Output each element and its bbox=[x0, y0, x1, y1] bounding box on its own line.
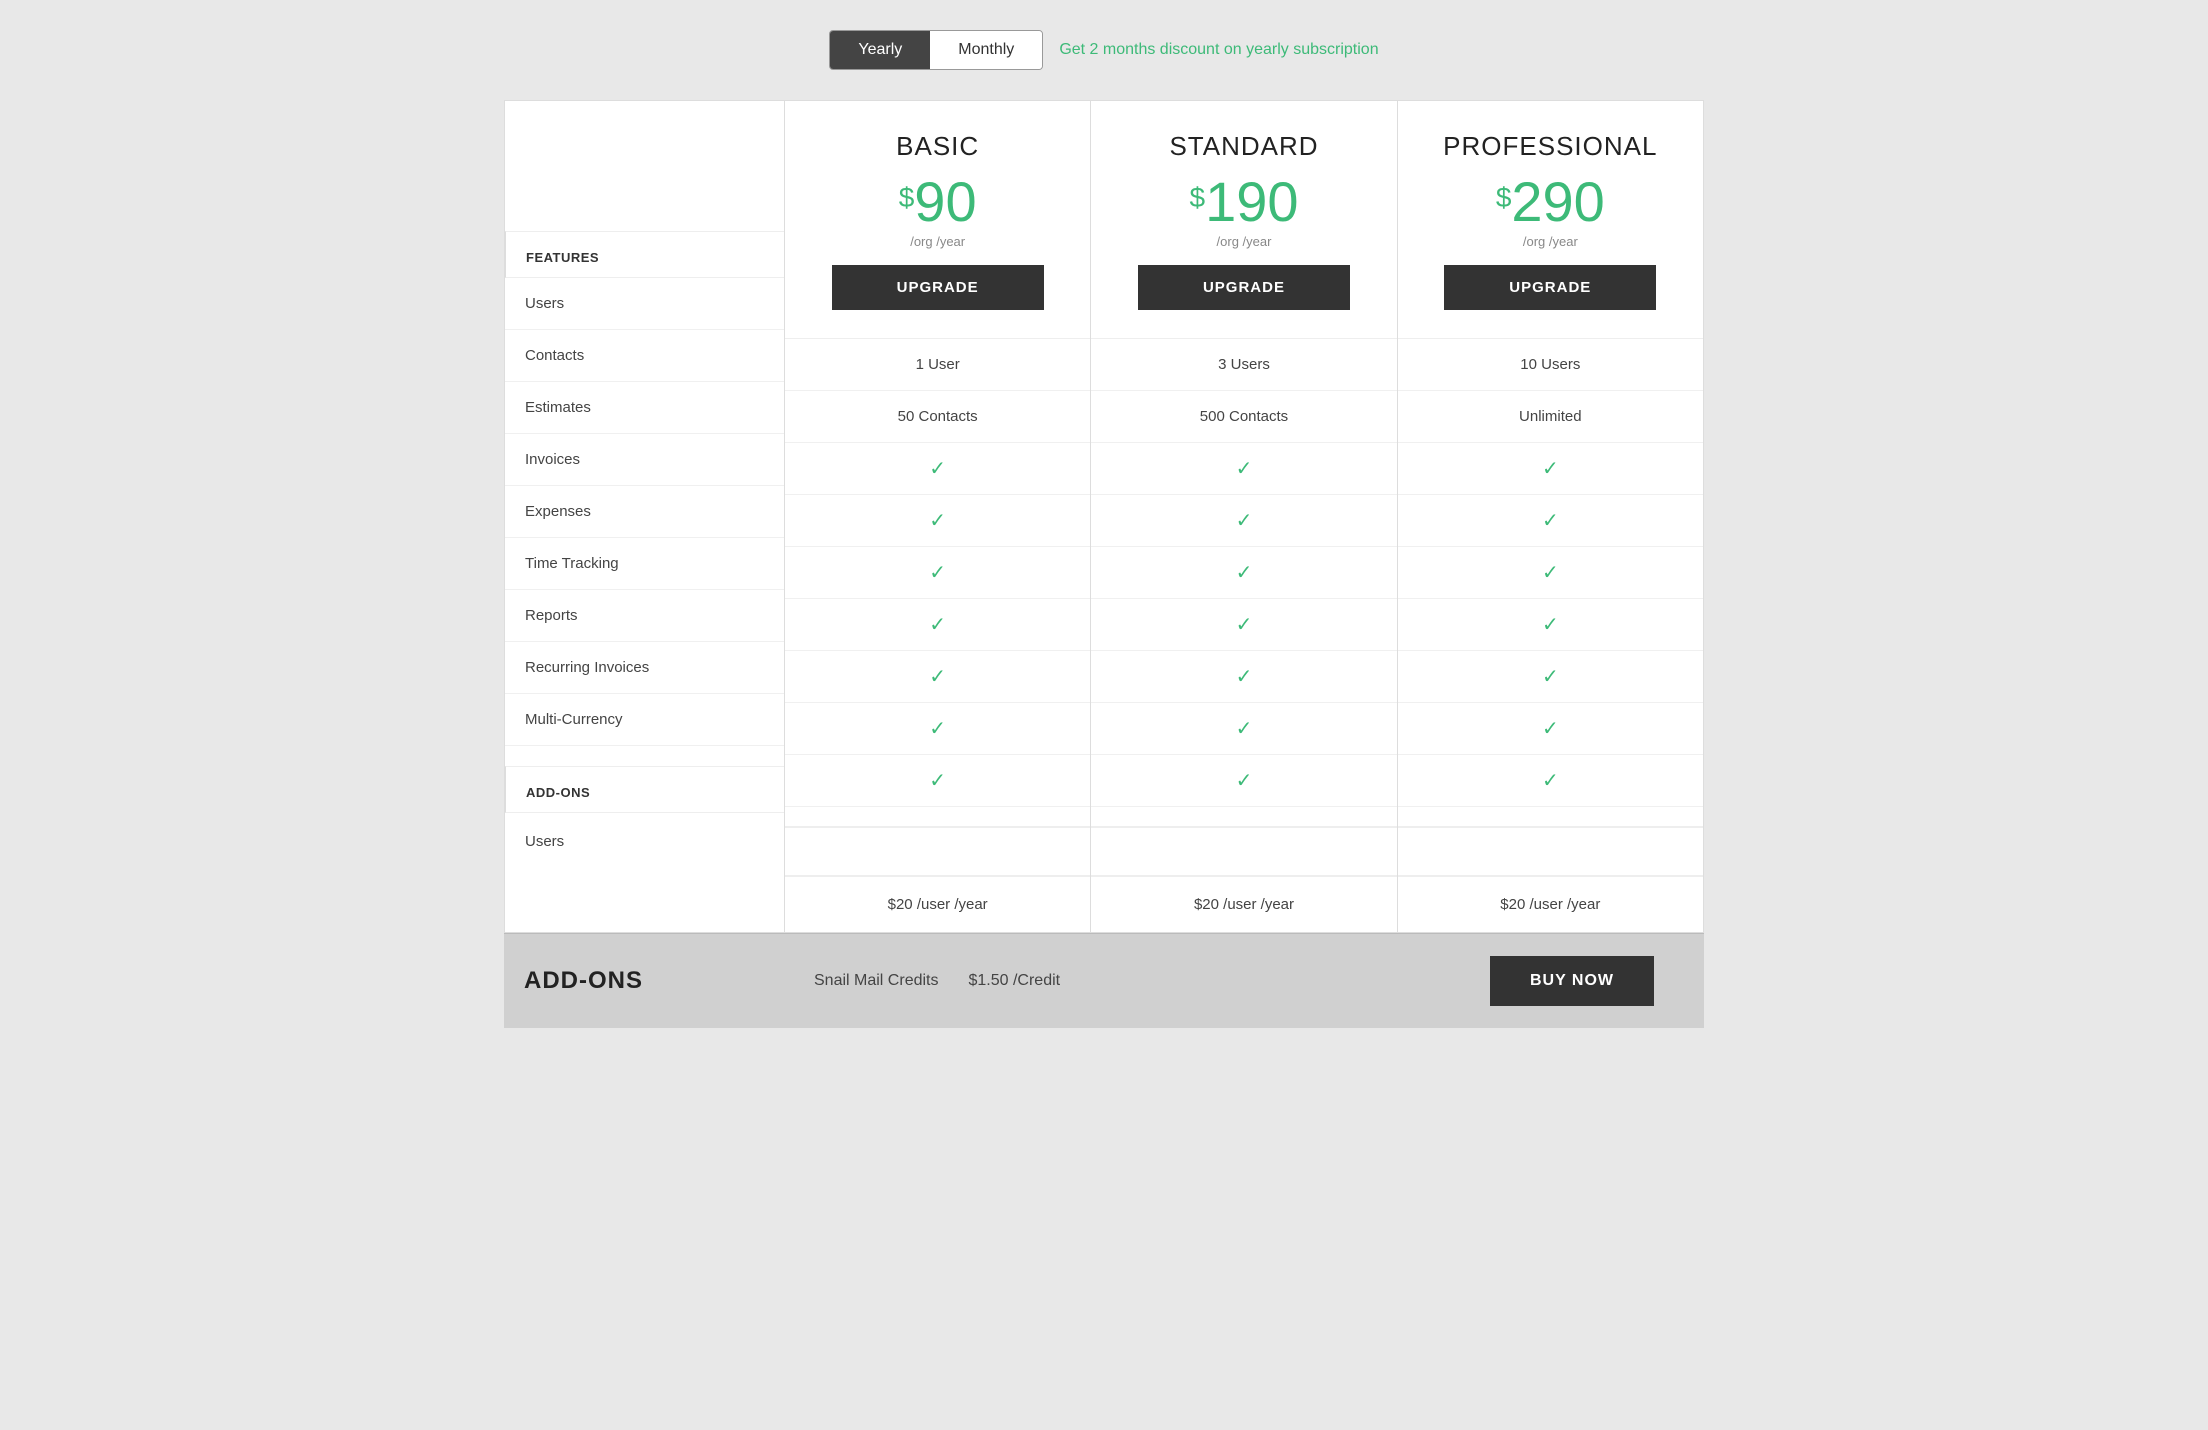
plan-standard-body: 3 Users 500 Contacts ✓ ✓ ✓ ✓ ✓ ✓ ✓ $20 /… bbox=[1091, 339, 1396, 932]
bottom-center: Snail Mail Credits $1.50 /Credit BUY NOW bbox=[784, 934, 1704, 1028]
snail-mail-label: Snail Mail Credits bbox=[814, 972, 938, 990]
features-column: FEATURES Users Contacts Estimates Invoic… bbox=[504, 100, 784, 933]
pricing-table: FEATURES Users Contacts Estimates Invoic… bbox=[504, 100, 1704, 933]
plan-professional: PROFESSIONAL $ 290 /org /year UPGRADE 10… bbox=[1397, 100, 1704, 933]
plan-basic-upgrade-button[interactable]: UPGRADE bbox=[832, 265, 1044, 310]
plan-professional-contacts: Unlimited bbox=[1398, 391, 1703, 443]
plan-basic-multi-currency: ✓ bbox=[785, 755, 1090, 807]
plan-standard-name: STANDARD bbox=[1111, 131, 1376, 162]
plan-professional-addon-users: $20 /user /year bbox=[1398, 876, 1703, 932]
plan-professional-multi-currency: ✓ bbox=[1398, 755, 1703, 807]
plan-professional-dollar: $ bbox=[1496, 182, 1512, 214]
plan-basic-dollar: $ bbox=[899, 182, 915, 214]
plan-basic-invoices: ✓ bbox=[785, 495, 1090, 547]
plan-standard-header: STANDARD $ 190 /org /year UPGRADE bbox=[1091, 101, 1396, 339]
feature-row-users: Users bbox=[505, 278, 784, 330]
plan-basic-amount: 90 bbox=[914, 174, 976, 230]
plan-standard-price: $ 190 bbox=[1111, 174, 1376, 230]
plan-standard-reports: ✓ bbox=[1091, 651, 1396, 703]
plan-basic-addon-users: $20 /user /year bbox=[785, 876, 1090, 932]
plan-standard-addons-spacer bbox=[1091, 827, 1396, 876]
plan-standard-addon-users: $20 /user /year bbox=[1091, 876, 1396, 932]
plan-standard-contacts: 500 Contacts bbox=[1091, 391, 1396, 443]
plan-basic-period: /org /year bbox=[805, 234, 1070, 249]
feature-row-contacts: Contacts bbox=[505, 330, 784, 382]
plan-standard-time-tracking: ✓ bbox=[1091, 599, 1396, 651]
plan-professional-recurring: ✓ bbox=[1398, 703, 1703, 755]
feature-row-multi-currency: Multi-Currency bbox=[505, 694, 784, 746]
plan-basic: BASIC $ 90 /org /year UPGRADE 1 User 50 … bbox=[784, 100, 1090, 933]
plan-standard-recurring: ✓ bbox=[1091, 703, 1396, 755]
plan-standard-upgrade-button[interactable]: UPGRADE bbox=[1138, 265, 1350, 310]
billing-period-toggle[interactable]: Yearly Monthly bbox=[829, 30, 1043, 70]
plan-basic-body: 1 User 50 Contacts ✓ ✓ ✓ ✓ ✓ ✓ ✓ $20 /us… bbox=[785, 339, 1090, 932]
plan-basic-header: BASIC $ 90 /org /year UPGRADE bbox=[785, 101, 1090, 339]
plan-standard-invoices: ✓ bbox=[1091, 495, 1396, 547]
addon-row-users: Users bbox=[505, 813, 784, 869]
plan-standard-dollar: $ bbox=[1189, 182, 1205, 214]
buy-now-button[interactable]: BUY NOW bbox=[1490, 956, 1654, 1006]
plan-professional-estimates: ✓ bbox=[1398, 443, 1703, 495]
plan-basic-addons-spacer bbox=[785, 827, 1090, 876]
plan-professional-header: PROFESSIONAL $ 290 /org /year UPGRADE bbox=[1398, 101, 1703, 339]
plan-professional-addons-spacer bbox=[1398, 827, 1703, 876]
plan-basic-estimates: ✓ bbox=[785, 443, 1090, 495]
plan-standard-amount: 190 bbox=[1205, 174, 1298, 230]
plan-standard-expenses: ✓ bbox=[1091, 547, 1396, 599]
bottom-addons-bar: ADD-ONS Snail Mail Credits $1.50 /Credit… bbox=[504, 933, 1704, 1028]
feature-row-expenses: Expenses bbox=[505, 486, 784, 538]
plan-professional-period: /org /year bbox=[1418, 234, 1683, 249]
snail-mail-price: $1.50 /Credit bbox=[968, 972, 1060, 990]
plan-professional-invoices: ✓ bbox=[1398, 495, 1703, 547]
plan-standard-multi-currency: ✓ bbox=[1091, 755, 1396, 807]
plan-professional-body: 10 Users Unlimited ✓ ✓ ✓ ✓ ✓ ✓ ✓ $20 /us… bbox=[1398, 339, 1703, 932]
plan-professional-expenses: ✓ bbox=[1398, 547, 1703, 599]
plan-standard-users: 3 Users bbox=[1091, 339, 1396, 391]
plan-basic-recurring: ✓ bbox=[785, 703, 1090, 755]
plan-professional-time-tracking: ✓ bbox=[1398, 599, 1703, 651]
feature-row-recurring-invoices: Recurring Invoices bbox=[505, 642, 784, 694]
bottom-addons-label: ADD-ONS bbox=[504, 945, 784, 1017]
feature-row-invoices: Invoices bbox=[505, 434, 784, 486]
plan-basic-time-tracking: ✓ bbox=[785, 599, 1090, 651]
plan-professional-price: $ 290 bbox=[1418, 174, 1683, 230]
plan-professional-name: PROFESSIONAL bbox=[1418, 131, 1683, 162]
features-header: FEATURES bbox=[526, 250, 599, 265]
billing-toggle-bar: Yearly Monthly Get 2 months discount on … bbox=[20, 30, 2188, 70]
feature-row-reports: Reports bbox=[505, 590, 784, 642]
plan-standard-period: /org /year bbox=[1111, 234, 1376, 249]
plan-standard: STANDARD $ 190 /org /year UPGRADE 3 User… bbox=[1090, 100, 1396, 933]
addons-header: ADD-ONS bbox=[526, 785, 590, 800]
plan-professional-users: 10 Users bbox=[1398, 339, 1703, 391]
plan-standard-estimates: ✓ bbox=[1091, 443, 1396, 495]
plan-basic-reports: ✓ bbox=[785, 651, 1090, 703]
feature-row-estimates: Estimates bbox=[505, 382, 784, 434]
plan-basic-contacts: 50 Contacts bbox=[785, 391, 1090, 443]
plan-professional-upgrade-button[interactable]: UPGRADE bbox=[1444, 265, 1656, 310]
plan-professional-amount: 290 bbox=[1511, 174, 1604, 230]
plan-basic-users: 1 User bbox=[785, 339, 1090, 391]
feature-row-time-tracking: Time Tracking bbox=[505, 538, 784, 590]
plan-basic-expenses: ✓ bbox=[785, 547, 1090, 599]
monthly-toggle-button[interactable]: Monthly bbox=[930, 31, 1042, 69]
yearly-toggle-button[interactable]: Yearly bbox=[830, 31, 930, 69]
plan-basic-name: BASIC bbox=[805, 131, 1070, 162]
plan-professional-reports: ✓ bbox=[1398, 651, 1703, 703]
plan-basic-price: $ 90 bbox=[805, 174, 1070, 230]
discount-text: Get 2 months discount on yearly subscrip… bbox=[1059, 41, 1378, 59]
